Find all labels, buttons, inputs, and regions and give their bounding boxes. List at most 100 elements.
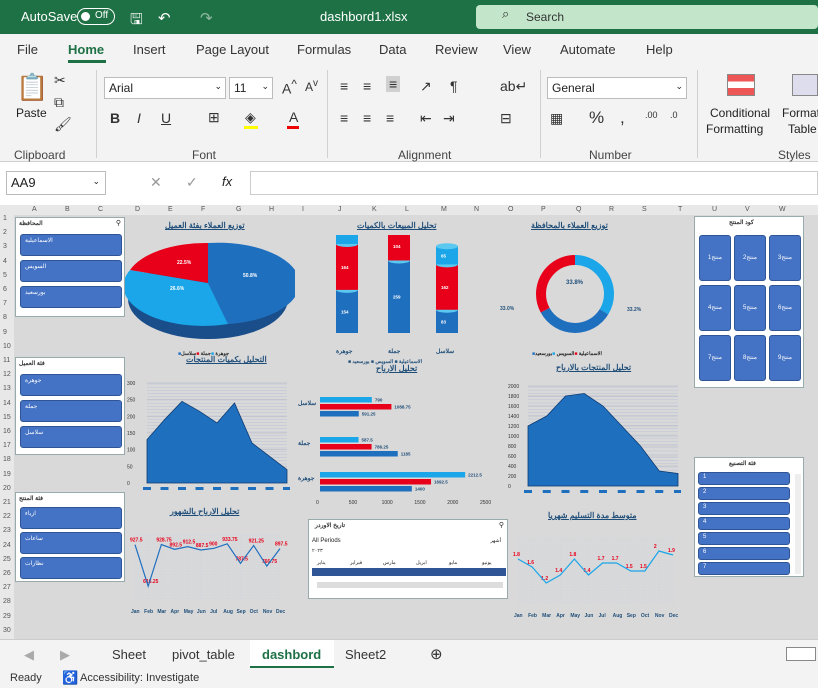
slicer-item[interactable]: 4 (698, 517, 790, 530)
row-header[interactable]: 29 (3, 613, 11, 620)
accessibility-status[interactable]: Accessibility: Investigate (80, 672, 199, 684)
column-header[interactable]: C (98, 206, 103, 213)
autosave-toggle[interactable]: Off (77, 8, 115, 25)
row-header[interactable]: 25 (3, 556, 11, 563)
slicer-item[interactable]: 2 (698, 487, 790, 500)
bold-button[interactable]: B (110, 110, 120, 126)
menu-file[interactable]: File (17, 42, 38, 57)
row-header[interactable]: 7 (3, 300, 7, 307)
slicer-item[interactable]: الاسماعيلية (20, 234, 122, 256)
column-header[interactable]: V (745, 206, 750, 213)
row-header[interactable]: 2 (3, 229, 7, 236)
decrease-decimal-icon[interactable]: .0 (670, 110, 678, 120)
column-header[interactable]: L (405, 206, 409, 213)
row-header[interactable]: 30 (3, 627, 11, 634)
row-header[interactable]: 20 (3, 485, 11, 492)
conditional-formatting-icon[interactable] (727, 74, 755, 96)
format-table-button[interactable]: Format (782, 106, 818, 120)
formula-input[interactable] (250, 171, 818, 195)
font-size-box[interactable]: 11 ⌄ (229, 77, 273, 99)
row-header[interactable]: 18 (3, 456, 11, 463)
column-header[interactable]: R (609, 206, 614, 213)
row-header[interactable]: 13 (3, 385, 11, 392)
save-icon[interactable]: 🖫 (130, 9, 143, 34)
menu-view[interactable]: View (503, 42, 531, 57)
format-table-icon[interactable] (792, 74, 818, 96)
column-header[interactable]: T (678, 206, 682, 213)
timeline-scrollbar[interactable] (317, 582, 503, 588)
slicer-item[interactable]: منتج5 (734, 285, 766, 331)
merge-center-icon[interactable]: ⊟ (500, 110, 512, 127)
increase-indent-icon[interactable]: ⇥ (443, 110, 455, 127)
timeline-month[interactable]: يونيو (482, 560, 491, 566)
align-left-icon[interactable]: ≡ (340, 110, 348, 126)
slicer-governorate[interactable]: المحافظة ⚲ الاسماعيلية السويس بورسعيد (15, 217, 125, 317)
currency-icon[interactable]: ▦ (550, 110, 563, 127)
column-header[interactable]: A (32, 206, 37, 213)
slicer-item[interactable]: جملة (20, 400, 122, 422)
column-header[interactable]: H (269, 206, 274, 213)
font-name-box[interactable]: Arial ⌄ (104, 77, 226, 99)
comma-icon[interactable]: , (620, 108, 625, 128)
slicer-item[interactable]: منتج1 (699, 235, 731, 281)
tab-pivot-table[interactable]: pivot_table (172, 647, 235, 662)
column-header[interactable]: D (135, 206, 140, 213)
font-color-icon[interactable]: A (289, 109, 298, 125)
align-middle-icon[interactable]: ≡ (363, 78, 371, 94)
conditional-formatting-button[interactable]: Conditional (710, 106, 770, 120)
slicer-item[interactable]: منتج6 (769, 285, 801, 331)
slicer-item[interactable]: منتج9 (769, 335, 801, 381)
row-header[interactable]: 9 (3, 329, 7, 336)
timeline-month[interactable]: مايو (449, 560, 457, 566)
column-header[interactable]: O (508, 206, 513, 213)
name-box[interactable]: AA9 ⌄ (6, 171, 106, 195)
slicer-product[interactable]: فئة المنتج ازياء ساعات نظارات (15, 492, 125, 582)
menu-insert[interactable]: Insert (133, 42, 166, 57)
slicer-item[interactable]: 6 (698, 547, 790, 560)
slicer-item[interactable]: السويس (20, 260, 122, 282)
column-header[interactable]: B (65, 206, 70, 213)
column-header[interactable]: E (168, 206, 173, 213)
tab-dashbord[interactable]: dashbord (262, 647, 321, 662)
column-header[interactable]: N (474, 206, 479, 213)
row-header[interactable]: 28 (3, 598, 11, 605)
add-sheet-icon[interactable]: ⊕ (430, 645, 443, 663)
redo-icon[interactable]: ↷ (200, 9, 213, 27)
row-header[interactable]: 4 (3, 258, 7, 265)
row-header[interactable]: 21 (3, 499, 11, 506)
borders-icon[interactable]: ⊞ (208, 109, 220, 126)
row-header[interactable]: 27 (3, 584, 11, 591)
align-right-icon[interactable]: ≡ (386, 110, 394, 126)
underline-button[interactable]: U (161, 110, 171, 126)
slicer-customer[interactable]: فئة العميل جوهرة جملة سلاسل (15, 357, 125, 455)
timeline-month[interactable]: فبراير (350, 560, 362, 566)
slicer-item[interactable]: بورسعيد (20, 286, 122, 308)
slicer-product-code[interactable]: كود المنتج منتج1 منتج2 منتج3 منتج4 منتج5 منتج… (694, 216, 804, 388)
cancel-icon[interactable]: ✕ (150, 174, 162, 191)
row-header[interactable]: 10 (3, 343, 11, 350)
menu-data[interactable]: Data (379, 42, 406, 57)
format-painter-icon[interactable]: 🖌 (54, 116, 72, 133)
timeline-month[interactable]: ابريل (416, 560, 427, 566)
slicer-item[interactable]: جوهرة (20, 374, 122, 396)
column-header[interactable]: W (779, 206, 786, 213)
slicer-item[interactable]: نظارات (20, 557, 122, 579)
next-sheet-icon[interactable]: ▶ (60, 647, 70, 663)
slicer-item[interactable]: منتج8 (734, 335, 766, 381)
column-header[interactable]: M (441, 206, 447, 213)
column-header[interactable]: F (201, 206, 205, 213)
timeline-order-date[interactable]: تاريخ الاوردر ⚲ All Periods ٢٠٢٣ أشهر ين… (308, 519, 508, 599)
menu-page-layout[interactable]: Page Layout (196, 42, 269, 57)
timeline-bar[interactable] (312, 568, 506, 576)
scrollbar[interactable] (795, 474, 801, 574)
slicer-category[interactable]: فئة التصنيع 1234567 (694, 457, 804, 577)
decrease-indent-icon[interactable]: ⇤ (420, 110, 432, 127)
number-format-box[interactable]: General ⌄ (547, 77, 687, 99)
menu-formulas[interactable]: Formulas (297, 42, 351, 57)
paste-button[interactable]: Paste (16, 106, 47, 120)
worksheet[interactable]: ABCDEFGHIJKLMNOPQRSTUVW 1 2 3 4 5 6 7 8 9 10 11 12 1… (0, 205, 818, 639)
insert-function-button[interactable]: fx (222, 174, 232, 189)
slicer-item[interactable]: منتج7 (699, 335, 731, 381)
slicer-item[interactable]: منتج3 (769, 235, 801, 281)
column-header[interactable]: I (302, 206, 304, 213)
